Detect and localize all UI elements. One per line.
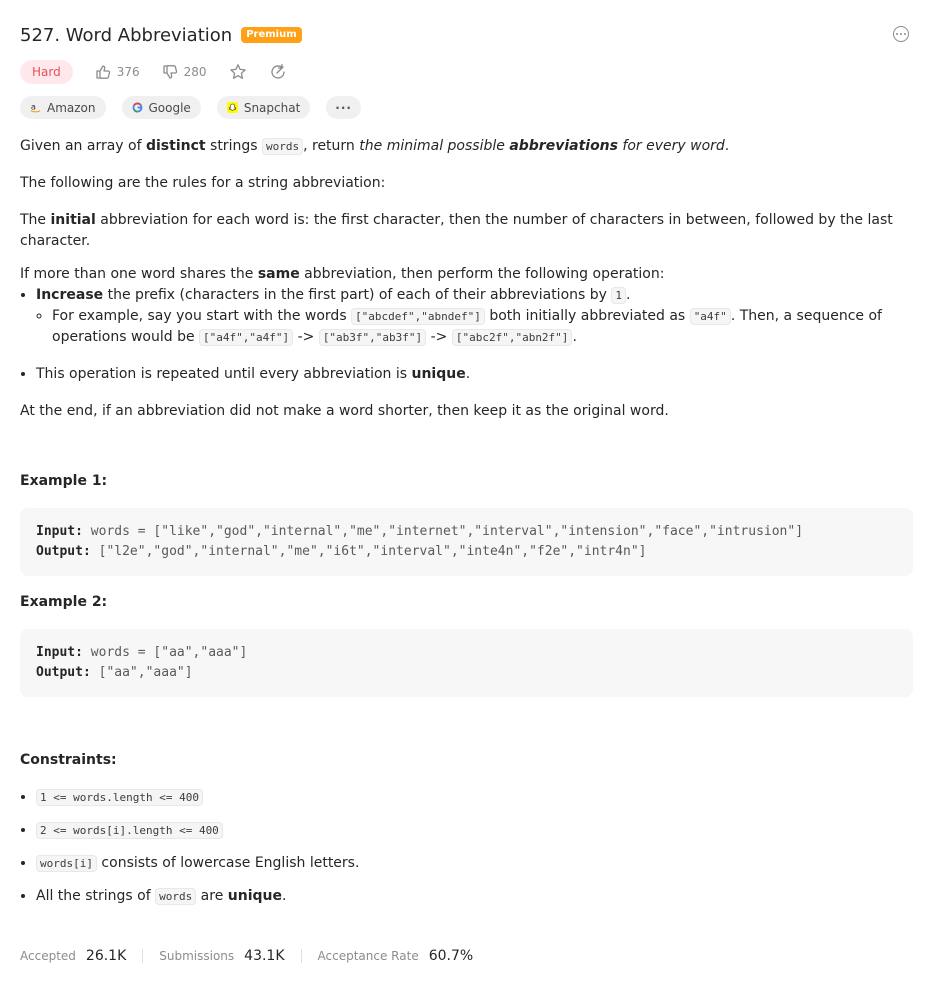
description-paragraph: If more than one word shares the same ab… [20, 266, 665, 282]
example-1-title: Example 1: [20, 473, 108, 489]
example-1-output: ["l2e","god","internal","me","i6t","inte… [98, 544, 647, 559]
example-2-block: Input: words = ["aa","aaa"] Output: ["aa… [20, 629, 913, 697]
constraints-title: Constraints: [20, 752, 117, 768]
example-2-title: Example 2: [20, 594, 108, 610]
problem-title[interactable]: 527. Word Abbreviation [20, 25, 232, 46]
tag-label: Snapchat [243, 100, 301, 115]
premium-badge: Premium [241, 27, 302, 43]
description-paragraph: The following are the rules for a string… [20, 175, 386, 191]
constraint-item: 1 <= words.length <= 400 [36, 787, 913, 808]
problem-meta: Hard 376 280 [20, 60, 287, 84]
snapchat-icon [226, 102, 238, 113]
rules-sublist: For example, say you start with the word… [36, 306, 913, 348]
dislike-count: 280 [183, 65, 207, 79]
company-tags: a Amazon Google Snapchat ··· [20, 96, 361, 119]
thumbs-down-icon [162, 65, 177, 79]
accepted-label: Accepted [20, 949, 76, 963]
acceptance-rate-value: 60.7% [428, 948, 474, 964]
tag-amazon[interactable]: a Amazon [20, 96, 106, 119]
star-icon [229, 64, 246, 79]
problem-header: 527. Word Abbreviation Premium [20, 22, 913, 48]
example-1-input: words = ["like","god","internal","me","i… [90, 524, 804, 539]
svg-text:a: a [31, 102, 36, 111]
submissions-value: 43.1K [244, 948, 285, 964]
example-1-block: Input: words = ["like","god","internal",… [20, 508, 913, 576]
difficulty-badge: Hard [20, 60, 73, 84]
tag-label: Amazon [47, 100, 96, 115]
more-tags-button[interactable]: ··· [326, 96, 361, 119]
like-button[interactable]: 376 [95, 64, 140, 80]
constraints-list: 1 <= words.length <= 400 2 <= words[i].l… [20, 787, 913, 907]
like-count: 376 [116, 65, 140, 79]
divider [142, 949, 144, 963]
list-item: This operation is repeated until every a… [36, 364, 913, 385]
acceptance-rate-label: Acceptance Rate [317, 949, 419, 963]
share-icon [270, 63, 285, 79]
submissions-label: Submissions [159, 949, 235, 963]
amazon-icon: a [30, 102, 41, 113]
submission-stats: Accepted 26.1K Submissions 43.1K Accepta… [20, 948, 473, 964]
accepted-value: 26.1K [85, 948, 127, 964]
example-2-input: words = ["aa","aaa"] [90, 645, 248, 660]
tag-label: Google [148, 100, 191, 115]
tag-google[interactable]: Google [121, 96, 201, 119]
example-2-output: ["aa","aaa"] [98, 665, 193, 680]
dislike-button[interactable]: 280 [162, 64, 207, 80]
constraint-item: All the strings of words are unique. [36, 886, 913, 907]
more-options-icon[interactable] [893, 26, 909, 42]
description-paragraph: Given an array of distinct strings words… [20, 138, 730, 155]
thumbs-up-icon [96, 65, 110, 79]
constraint-item: 2 <= words[i].length <= 400 [36, 820, 913, 841]
description-paragraph: The initial abbreviation for each word i… [20, 212, 893, 249]
constraint-item: words[i] consists of lowercase English l… [36, 853, 913, 874]
tag-snapchat[interactable]: Snapchat [216, 96, 311, 119]
share-button[interactable] [269, 63, 287, 81]
problem-content: Given an array of distinct strings words… [20, 134, 913, 907]
divider [300, 949, 302, 963]
google-icon [132, 102, 142, 113]
list-item: For example, say you start with the word… [52, 306, 913, 348]
description-paragraph: At the end, if an abbreviation did not m… [20, 403, 669, 419]
list-item: Increase the prefix (characters in the f… [36, 285, 913, 348]
problem-description-panel: 527. Word Abbreviation Premium Hard 376 … [0, 0, 933, 982]
favorite-button[interactable] [229, 63, 247, 81]
rules-list: Increase the prefix (characters in the f… [20, 285, 913, 385]
